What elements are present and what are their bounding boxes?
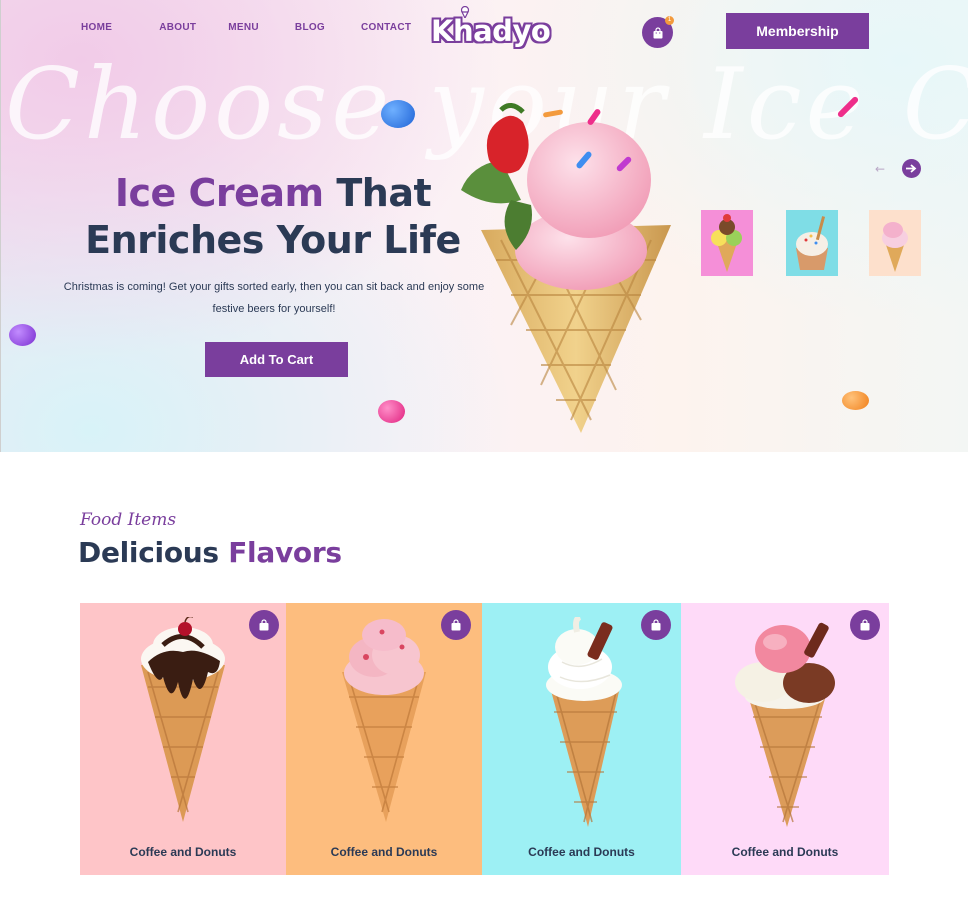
shopping-bag-icon <box>259 619 269 631</box>
section-title-highlight: Flavors <box>228 536 342 569</box>
headline-line2: Enriches Your Life <box>85 218 461 262</box>
product-title[interactable]: Coffee and Donuts <box>80 845 286 859</box>
candy-purple <box>9 324 36 346</box>
cart-count-badge: 1 <box>665 16 674 25</box>
nav-about[interactable]: ABOUT <box>159 22 196 33</box>
thumb-image <box>701 210 753 276</box>
product-title[interactable]: Coffee and Donuts <box>286 845 482 859</box>
nav-home[interactable]: HOME <box>81 22 112 33</box>
hero-section: Choose your Ice Cream HOME ABOUT MENU BL… <box>0 0 968 452</box>
hero-headline: Ice Cream That Enriches Your Life <box>73 170 473 264</box>
thumbnail-scoops-cone[interactable] <box>701 210 753 276</box>
card-cart-button[interactable] <box>641 610 671 640</box>
brand-logo[interactable]: Khadyo <box>430 6 552 50</box>
product-card[interactable]: Coffee and Donuts <box>482 603 681 875</box>
hero-ice-cream-cone <box>461 103 671 433</box>
thumbnail-strawberry-cone[interactable] <box>869 210 921 276</box>
card-cart-button[interactable] <box>249 610 279 640</box>
section-title: Delicious Flavors <box>78 536 342 569</box>
arrow-left-icon: ← <box>874 162 886 176</box>
card-cart-button[interactable] <box>441 610 471 640</box>
product-title[interactable]: Coffee and Donuts <box>482 845 681 859</box>
product-title[interactable]: Coffee and Donuts <box>681 845 889 859</box>
product-card[interactable]: Coffee and Donuts <box>681 603 889 875</box>
logo-text: Khadyo <box>430 13 552 49</box>
main-nav: HOME ABOUT MENU BLOG CONTACT <box>81 22 458 33</box>
product-image-triple-scoop-cone <box>735 622 835 827</box>
section-kicker: Food Items <box>80 510 177 530</box>
slider-next-button[interactable] <box>902 159 921 178</box>
membership-button[interactable]: Membership <box>726 13 869 49</box>
slider-prev-button[interactable]: ← <box>873 162 887 176</box>
section-title-word: Delicious <box>78 536 219 569</box>
candy-pink <box>378 400 405 423</box>
product-card[interactable]: Coffee and Donuts <box>80 603 286 875</box>
product-card[interactable]: Coffee and Donuts <box>286 603 482 875</box>
nav-contact[interactable]: CONTACT <box>361 22 411 33</box>
headline-word: That <box>336 171 432 215</box>
shopping-bag-icon <box>653 26 662 38</box>
product-image-strawberry-cone <box>342 619 426 822</box>
candy-blue <box>381 100 415 128</box>
shopping-bag-icon <box>860 619 870 631</box>
add-to-cart-button[interactable]: Add To Cart <box>205 342 348 377</box>
card-cart-button[interactable] <box>850 610 880 640</box>
thumbnail-sundae-cup[interactable] <box>786 210 838 276</box>
shopping-bag-icon <box>451 619 461 631</box>
headline-highlight: Ice Cream <box>114 171 324 215</box>
arrow-right-icon <box>906 164 917 173</box>
nav-blog[interactable]: BLOG <box>295 22 325 33</box>
shopping-bag-icon <box>651 619 661 631</box>
nav-menu[interactable]: MENU <box>228 22 259 33</box>
hero-subtext: Christmas is coming! Get your gifts sort… <box>63 281 485 315</box>
product-image-vanilla-flake-cone <box>545 617 622 827</box>
candy-orange <box>842 391 869 410</box>
product-image-chocolate-cone <box>141 617 225 822</box>
thumb-image <box>869 210 921 276</box>
thumb-image <box>786 210 838 276</box>
